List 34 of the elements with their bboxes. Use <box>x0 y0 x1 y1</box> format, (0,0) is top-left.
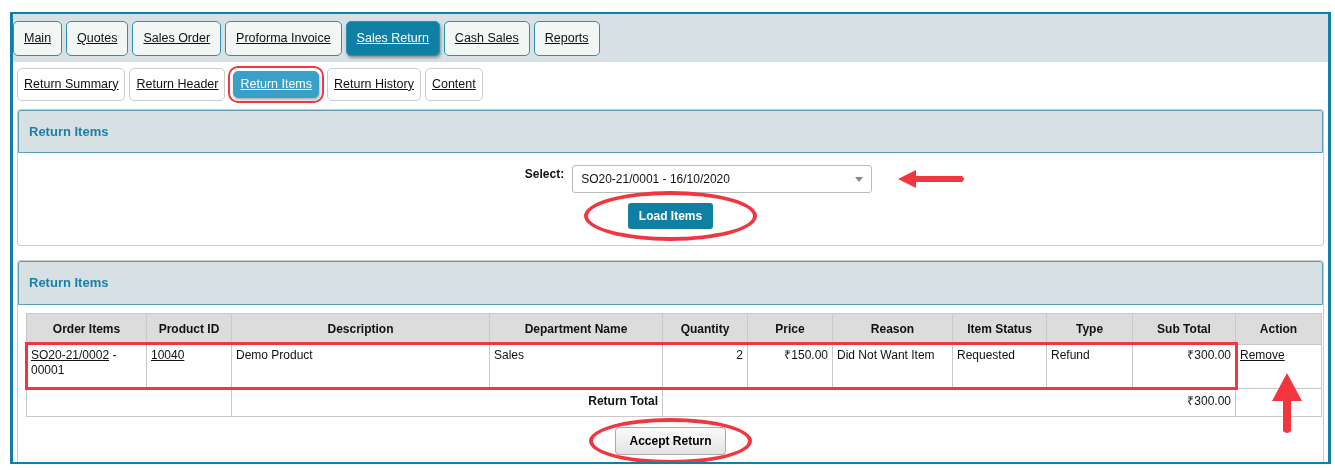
load-items-button[interactable]: Load Items <box>627 203 714 229</box>
panel-title: Return Items <box>18 261 1323 305</box>
product-link[interactable]: 10040 <box>151 347 185 362</box>
column-header: Price <box>747 313 833 344</box>
panel-title: Return Items <box>18 109 1323 153</box>
table-cell: ₹300.00 <box>662 388 1236 416</box>
column-header: Product ID <box>146 313 232 344</box>
nav-tab[interactable]: Sales Order <box>132 21 222 56</box>
column-header: Order Items <box>26 313 147 344</box>
remove-link[interactable]: Remove <box>1240 347 1285 362</box>
column-header: Sub Total <box>1132 313 1236 344</box>
nav-tab[interactable]: Main <box>13 21 63 56</box>
nav-tab[interactable]: Cash Sales <box>443 21 530 56</box>
order-link[interactable]: SO20-21/0002 <box>31 347 110 362</box>
column-header: Department Name <box>489 313 663 344</box>
total-label: Return Total <box>231 388 663 416</box>
nav-tab[interactable]: Proforma Invoice <box>225 21 342 56</box>
column-header: Reason <box>832 313 953 344</box>
nav-tab[interactable]: Quotes <box>66 21 129 56</box>
select-field[interactable]: SO20-21/0001 - 16/10/2020 <box>572 165 873 193</box>
caret-icon <box>855 176 864 182</box>
sub-tab[interactable]: Return Header <box>129 67 226 101</box>
sub-tab[interactable]: Content <box>424 67 483 101</box>
nav-tab[interactable]: Reports <box>533 21 600 56</box>
column-header: Type <box>1046 313 1133 344</box>
accept-return-button[interactable]: Accept Return <box>615 426 726 455</box>
sub-tab[interactable]: Return Summary <box>17 67 126 101</box>
nav-tab[interactable]: Sales Return <box>345 21 440 56</box>
sub-tab[interactable]: Return History <box>327 67 421 101</box>
column-header: Quantity <box>662 313 748 344</box>
field-label: Select: <box>524 166 565 183</box>
column-header: Action <box>1235 313 1322 344</box>
column-header: Description <box>231 313 490 344</box>
column-header: Item Status <box>952 313 1047 344</box>
